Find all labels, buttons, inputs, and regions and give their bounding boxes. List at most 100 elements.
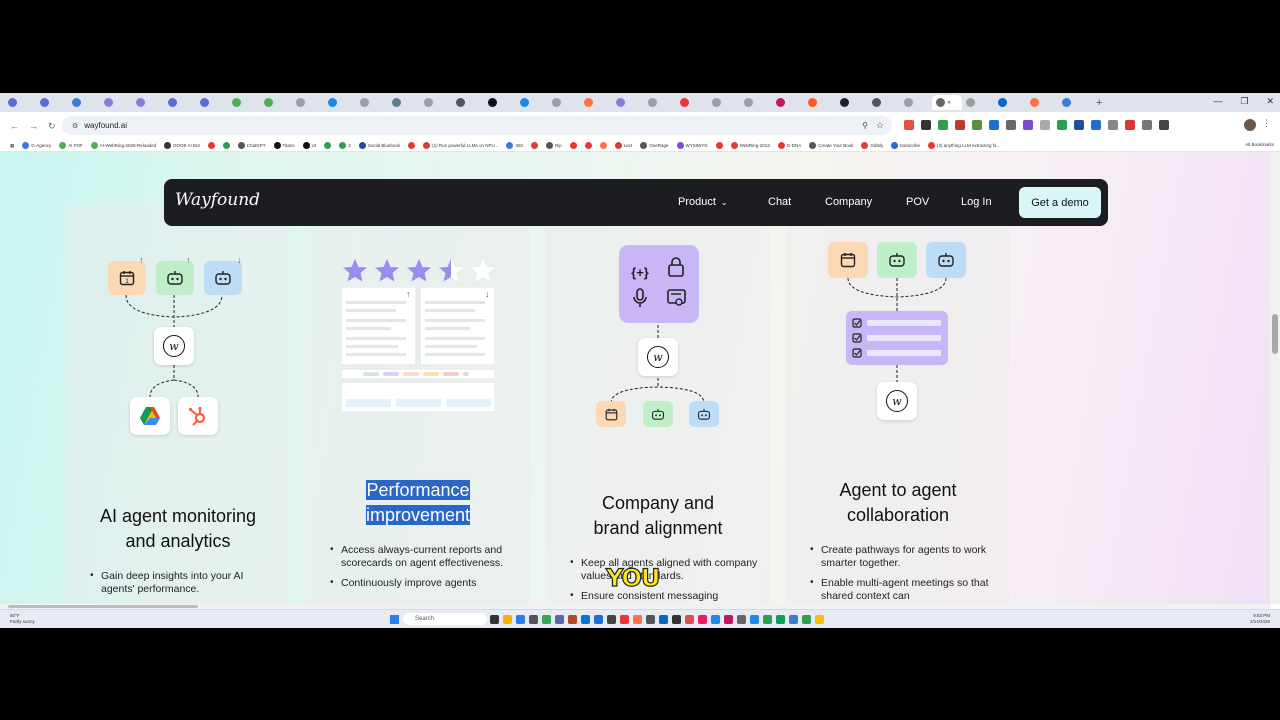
bookmark-item[interactable]: Titans — [273, 142, 295, 149]
app-icon[interactable] — [724, 615, 733, 624]
extension-icon[interactable] — [1091, 120, 1101, 130]
apps-grid-icon[interactable]: ▦ — [10, 143, 14, 149]
extension-icon[interactable] — [955, 120, 965, 130]
extension-icon[interactable] — [904, 120, 914, 130]
app-icon[interactable] — [685, 615, 694, 624]
browser-tab[interactable] — [900, 95, 932, 110]
app-icon[interactable] — [633, 615, 642, 624]
app-icon[interactable] — [698, 615, 707, 624]
browser-tab[interactable] — [164, 95, 196, 110]
system-tray-clock[interactable]: 9:53 PM 2/14/2025 — [1250, 613, 1270, 625]
app-icon[interactable] — [646, 615, 655, 624]
browser-tab[interactable] — [548, 95, 580, 110]
nav-pov[interactable]: POV — [906, 196, 929, 208]
browser-tab[interactable] — [612, 95, 644, 110]
nav-product[interactable]: Product ⌄ — [678, 196, 728, 208]
new-tab-icon[interactable]: + — [1096, 97, 1102, 109]
extension-icon[interactable] — [972, 120, 982, 130]
extension-icon[interactable] — [1023, 120, 1033, 130]
minimize-icon[interactable]: — — [1213, 96, 1222, 107]
browser-tab[interactable] — [292, 95, 324, 110]
bookmark-item[interactable] — [408, 142, 416, 149]
browser-tab[interactable] — [740, 95, 772, 110]
app-icon[interactable] — [594, 615, 603, 624]
bookmark-item[interactable] — [715, 142, 723, 149]
app-icon[interactable] — [750, 615, 759, 624]
bookmark-item[interactable]: Social Bluebook — [358, 142, 400, 149]
extension-icon[interactable] — [938, 120, 948, 130]
bookmark-item[interactable]: G-DNA — [777, 142, 801, 149]
browser-tab[interactable] — [1058, 95, 1090, 110]
bookmark-item[interactable] — [207, 142, 215, 149]
browser-tab[interactable] — [868, 95, 900, 110]
browser-tab[interactable] — [994, 95, 1026, 110]
browser-tab[interactable] — [1026, 95, 1058, 110]
browser-tab[interactable] — [420, 95, 452, 110]
bookmark-item[interactable]: 2 — [339, 142, 351, 149]
extension-icon[interactable] — [1108, 120, 1118, 130]
reload-icon[interactable]: ↻ — [48, 121, 56, 132]
extension-icon[interactable] — [1057, 120, 1067, 130]
bookmark-item[interactable]: WebRing-2013 — [730, 142, 770, 149]
bookmark-item[interactable]: Gibbly — [861, 142, 883, 149]
extension-icon[interactable] — [1074, 120, 1084, 130]
browser-tab[interactable] — [100, 95, 132, 110]
app-icon[interactable] — [581, 615, 590, 624]
extension-icon[interactable] — [989, 120, 999, 130]
browser-tab[interactable] — [836, 95, 868, 110]
bookmark-item[interactable]: ChatGPT — [237, 142, 266, 149]
browser-tab[interactable] — [68, 95, 100, 110]
bookmark-item[interactable]: WYSIWYG — [676, 142, 708, 149]
extension-icon[interactable] — [1142, 120, 1152, 130]
app-icon[interactable] — [555, 615, 564, 624]
site-info-icon[interactable]: ⚙ — [72, 122, 78, 130]
extension-icon[interactable] — [921, 120, 931, 130]
bookmark-item[interactable] — [222, 142, 230, 149]
app-icon[interactable] — [620, 615, 629, 624]
extensions-puzzle-icon[interactable] — [1159, 120, 1169, 130]
browser-tab[interactable] — [676, 95, 708, 110]
browser-tab[interactable] — [452, 95, 484, 110]
windows-start-icon[interactable] — [390, 615, 399, 624]
taskbar-search[interactable]: Search — [403, 613, 487, 625]
bookmark-item[interactable]: (3) anything LLM extracting fs... — [928, 142, 1000, 149]
app-icon[interactable] — [659, 615, 668, 624]
app-icon[interactable] — [568, 615, 577, 624]
bookmark-item[interactable]: 360 — [506, 142, 523, 149]
get-a-demo-button[interactable]: Get a demo — [1019, 187, 1101, 218]
bookmark-item[interactable]: Rip — [545, 142, 562, 149]
extension-icon[interactable] — [1125, 120, 1135, 130]
address-bar[interactable]: ⚙ wayfound.ai ⚲ ☆ — [62, 116, 892, 135]
bookmark-item[interactable]: AI-WebRing-2025-Reloaded — [90, 142, 156, 149]
scrollbar-thumb[interactable] — [1272, 314, 1278, 354]
wayfound-logo[interactable]: Wayfound — [175, 190, 260, 210]
profile-avatar[interactable] — [1244, 119, 1256, 131]
bookmark-item[interactable]: (1) Run powerful LLMs on NPU... — [423, 142, 498, 149]
browser-tab[interactable] — [516, 95, 548, 110]
bookmark-item[interactable]: transcribe — [891, 142, 920, 149]
browser-tab[interactable] — [484, 95, 516, 110]
bookmark-item[interactable] — [569, 142, 577, 149]
taskview-icon[interactable] — [490, 615, 499, 624]
app-icon[interactable] — [672, 615, 681, 624]
window-close-icon[interactable]: ✕ — [1266, 96, 1274, 107]
browser-tab[interactable] — [4, 95, 36, 110]
app-icon[interactable] — [607, 615, 616, 624]
browser-tab[interactable] — [644, 95, 676, 110]
browser-tab[interactable] — [36, 95, 68, 110]
browser-tab[interactable] — [260, 95, 292, 110]
browser-tab[interactable] — [580, 95, 612, 110]
bookmark-item[interactable]: G-Agency — [22, 142, 51, 149]
browser-tab[interactable] — [772, 95, 804, 110]
app-icon[interactable] — [516, 615, 525, 624]
all-bookmarks[interactable]: All Bookmarks — [1245, 142, 1274, 147]
app-icon[interactable] — [815, 615, 824, 624]
bookmark-item[interactable]: Lect — [614, 142, 632, 149]
bookmark-item[interactable]: AI FOF — [59, 142, 83, 149]
extension-icon[interactable] — [1040, 120, 1050, 130]
scrollbar-thumb[interactable] — [8, 605, 198, 608]
browser-tab[interactable] — [132, 95, 164, 110]
browser-tab[interactable] — [388, 95, 420, 110]
browser-tab-active[interactable]: ✕ — [932, 95, 962, 110]
maximize-icon[interactable]: ❐ — [1240, 96, 1248, 107]
